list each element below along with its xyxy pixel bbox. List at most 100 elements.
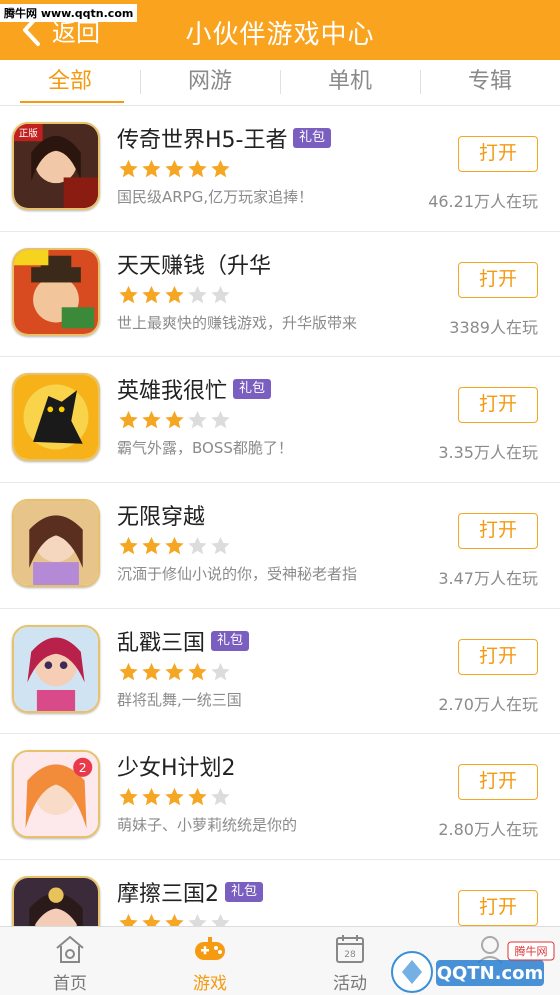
player-count: 3.47万人在玩 bbox=[438, 569, 538, 589]
star-icon bbox=[165, 411, 184, 429]
infinite-travel-icon[interactable] bbox=[12, 499, 100, 588]
app-title-line: 天天赚钱（升华 bbox=[117, 248, 271, 280]
gift-badge: 礼包 bbox=[293, 128, 332, 148]
tab-album[interactable]: 专辑 bbox=[420, 60, 560, 105]
open-button[interactable]: 打开 bbox=[458, 261, 538, 298]
star-icon bbox=[165, 536, 184, 555]
star-icon bbox=[165, 788, 184, 806]
app-title-line: 传奇世界H5-王者 礼包 bbox=[117, 122, 332, 154]
app-description: 霸气外露，BOSS都脆了！ bbox=[117, 439, 293, 458]
player-count: 3.35万人在玩 bbox=[438, 443, 538, 463]
app-name: 摩擦三国2 bbox=[117, 882, 219, 908]
tab-all[interactable]: 全部 bbox=[0, 60, 140, 105]
star-icon bbox=[119, 536, 138, 555]
open-button[interactable]: 打开 bbox=[458, 513, 538, 550]
app-title-line: 英雄我很忙 礼包 bbox=[117, 373, 272, 405]
player-count: 2.70万人在玩 bbox=[438, 694, 538, 714]
star-icon bbox=[142, 662, 161, 680]
player-count: 2.80万人在玩 bbox=[438, 820, 538, 840]
star-icon bbox=[211, 411, 230, 429]
app-name: 少女H计划2 bbox=[117, 756, 236, 782]
header-bar: 返回 小伙伴游戏中心 腾牛网 www.qqtn.com bbox=[0, 0, 560, 60]
legend-world-icon[interactable]: 正版 bbox=[12, 122, 100, 210]
star-icon bbox=[119, 159, 138, 178]
player-count: 3389人在玩 bbox=[449, 317, 538, 337]
star-icon bbox=[188, 285, 207, 303]
app-title-line: 乱戳三国 礼包 bbox=[117, 625, 250, 657]
list-item[interactable]: 2 少女H计划2 萌妹子、小萝莉统统是你的 打开 2.80万人在玩 bbox=[0, 734, 560, 861]
star-icon bbox=[211, 662, 230, 680]
star-icon bbox=[119, 285, 138, 303]
calendar-icon: 28 bbox=[336, 935, 364, 963]
hero-busy-icon[interactable] bbox=[12, 373, 100, 462]
list-item[interactable]: 天天赚钱（升华世上最爽快的赚钱游戏，升华版带来 打开 3389人在玩 bbox=[0, 231, 560, 358]
star-icon bbox=[165, 285, 184, 303]
star-icon bbox=[119, 411, 138, 429]
friction-kingdoms-icon[interactable] bbox=[12, 876, 100, 926]
star-icon bbox=[165, 159, 184, 178]
rating-stars bbox=[117, 661, 232, 683]
tab-divider bbox=[420, 70, 421, 94]
open-button[interactable]: 打开 bbox=[458, 638, 538, 675]
star-icon bbox=[142, 788, 161, 806]
star-icon bbox=[188, 536, 207, 555]
three-kingdoms-icon[interactable] bbox=[12, 624, 100, 713]
star-icon bbox=[211, 536, 230, 555]
girl-plan-icon[interactable]: 2 bbox=[12, 750, 100, 839]
watermark-badge: 腾牛网 bbox=[515, 944, 548, 958]
star-icon bbox=[211, 159, 230, 178]
rating-stars bbox=[117, 409, 232, 431]
star-icon bbox=[119, 788, 138, 806]
tab-divider bbox=[280, 70, 281, 94]
star-icon bbox=[211, 913, 230, 926]
app-description: 萌妹子、小萝莉统统是你的 bbox=[117, 816, 298, 835]
app-description: 群将乱舞,一统三国 bbox=[117, 690, 242, 709]
star-icon bbox=[142, 159, 161, 178]
star-icon bbox=[211, 788, 230, 806]
app-title-line: 摩擦三国2 礼包 bbox=[117, 876, 264, 908]
app-name: 传奇世界H5-王者 bbox=[117, 128, 287, 153]
app-description: 世上最爽快的赚钱游戏，升华版带来 bbox=[117, 313, 358, 332]
tab-single[interactable]: 单机 bbox=[280, 60, 420, 105]
svg-text:28: 28 bbox=[344, 950, 356, 960]
tab-online[interactable]: 网游 bbox=[140, 60, 280, 105]
app-description: 沉湎于修仙小说的你，受神秘老者指 bbox=[117, 565, 358, 584]
app-name: 英雄我很忙 bbox=[117, 379, 228, 405]
player-count: 46.21万人在玩 bbox=[428, 192, 538, 211]
star-icon bbox=[188, 159, 207, 178]
list-item[interactable]: 正版 传奇世界H5-王者 礼包国民级ARPG,亿万玩家追捧！ 打开 46.21万人在玩 bbox=[0, 106, 560, 232]
app-title-line: 少女H计划2 bbox=[117, 750, 236, 782]
list-item[interactable]: 摩擦三国2 礼包 打开 bbox=[0, 860, 560, 926]
app-name: 乱戳三国 bbox=[117, 630, 206, 656]
star-icon bbox=[188, 913, 207, 926]
nav-home[interactable]: 首页 bbox=[0, 927, 140, 995]
open-button[interactable]: 打开 bbox=[458, 387, 538, 424]
star-icon bbox=[165, 662, 184, 680]
rating-stars bbox=[117, 912, 232, 926]
nav-games-label: 游戏 bbox=[193, 974, 227, 994]
watermark-logo: QQTN.com 腾牛网 bbox=[391, 941, 555, 993]
gift-badge: 礼包 bbox=[225, 882, 264, 903]
star-icon bbox=[188, 788, 207, 806]
list-item[interactable]: 英雄我很忙 礼包霸气外露，BOSS都脆了！ 打开 3.35万人在玩 bbox=[0, 357, 560, 484]
open-button[interactable]: 打开 bbox=[458, 136, 538, 172]
star-icon bbox=[142, 411, 161, 429]
star-icon bbox=[142, 285, 161, 303]
rating-stars bbox=[117, 535, 232, 557]
list-item[interactable]: 乱戳三国 礼包群将乱舞,一统三国 打开 2.70万人在玩 bbox=[0, 608, 560, 735]
gamepad-icon bbox=[195, 937, 225, 960]
star-icon bbox=[188, 411, 207, 429]
svg-text:正版: 正版 bbox=[19, 127, 39, 139]
nav-games[interactable]: 游戏 bbox=[140, 927, 280, 995]
open-button[interactable]: 打开 bbox=[458, 890, 538, 926]
gift-badge: 礼包 bbox=[233, 379, 272, 400]
star-icon bbox=[211, 285, 230, 303]
list-item[interactable]: 无限穿越沉湎于修仙小说的你，受神秘老者指 打开 3.47万人在玩 bbox=[0, 483, 560, 609]
make-money-icon[interactable] bbox=[12, 247, 100, 336]
open-button[interactable]: 打开 bbox=[458, 764, 538, 801]
app-description: 国民级ARPG,亿万玩家追捧！ bbox=[117, 188, 314, 206]
tab-divider bbox=[140, 70, 141, 94]
home-icon bbox=[56, 935, 84, 963]
star-icon bbox=[188, 662, 207, 680]
app-name: 无限穿越 bbox=[117, 505, 206, 531]
